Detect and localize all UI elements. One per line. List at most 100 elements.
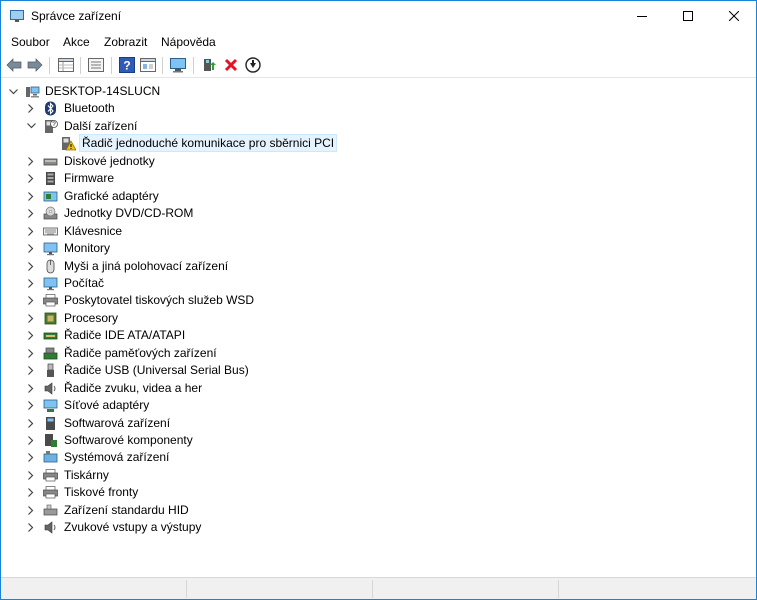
scan-hardware-button[interactable] <box>169 56 187 74</box>
device-manager-app-icon <box>10 10 24 22</box>
chevron-right-icon[interactable] <box>26 432 36 449</box>
tree-category[interactable]: Počítač <box>1 275 701 292</box>
tree-category[interactable]: Poskytovatel tiskových služeb WSD <box>1 292 701 309</box>
printer-icon <box>43 469 58 482</box>
menu-napoveda[interactable]: Nápověda <box>161 35 216 49</box>
tree-category[interactable]: Zařízení standardu HID <box>1 502 701 519</box>
display-adapter-icon <box>43 191 58 202</box>
tree-category[interactable]: Monitory <box>1 240 701 257</box>
hid-icon <box>43 504 58 516</box>
tree-category[interactable]: Řadiče paměťových zařízení <box>1 345 701 362</box>
help-button[interactable]: ? <box>118 56 136 74</box>
tree-category[interactable]: Myši a jiná polohovací zařízení <box>1 258 701 275</box>
tree-category[interactable]: Síťové adaptéry <box>1 397 701 414</box>
title-bar[interactable]: Správce zařízení <box>1 1 756 31</box>
print-queue-icon <box>43 486 58 499</box>
chevron-right-icon[interactable] <box>26 362 36 379</box>
chevron-right-icon[interactable] <box>26 484 36 501</box>
tree-item-label: Softwarové komponenty <box>64 433 193 447</box>
tree-category[interactable]: Diskové jednotky <box>1 153 701 170</box>
tree-category[interactable]: Softwarové komponenty <box>1 432 701 449</box>
show-list-button[interactable] <box>87 56 105 74</box>
tree-item-label: Síťové adaptéry <box>64 398 150 413</box>
chevron-right-icon[interactable] <box>26 449 36 466</box>
tree-category[interactable]: Řadiče USB (Universal Serial Bus) <box>1 362 701 379</box>
tree-item-label: Softwarová zařízení <box>64 415 171 430</box>
disable-button[interactable] <box>244 56 262 74</box>
chevron-right-icon[interactable] <box>26 397 36 414</box>
status-cell <box>373 580 559 598</box>
storage-controller-icon <box>43 347 58 360</box>
tree-category[interactable]: Procesory <box>1 310 701 327</box>
monitor-scan-icon <box>170 58 186 73</box>
device-tree[interactable]: DESKTOP-14SLUCN Bluetooth? Další zařízení… <box>1 81 756 576</box>
menu-zobrazit[interactable]: Zobrazit <box>104 35 147 49</box>
maximize-icon <box>683 11 693 21</box>
chevron-right-icon[interactable] <box>26 188 36 205</box>
tree-category[interactable]: Grafické adaptéry <box>1 188 701 205</box>
tree-category[interactable]: Klávesnice <box>1 223 701 240</box>
help-icon: ? <box>119 57 135 73</box>
tree-item-label: Tiskové fronty <box>64 485 139 500</box>
chevron-right-icon[interactable] <box>26 223 36 240</box>
chevron-right-icon[interactable] <box>26 502 36 519</box>
chevron-down-icon[interactable] <box>8 83 18 100</box>
tree-category[interactable]: Tiskové fronty <box>1 484 701 501</box>
console-button[interactable] <box>139 56 157 74</box>
warning-device-icon <box>62 137 76 151</box>
tree-category[interactable]: Firmware <box>1 170 701 187</box>
tree-item-label: Jednotky DVD/CD-ROM <box>64 206 194 221</box>
forward-button[interactable] <box>26 56 44 74</box>
toolbar-separator <box>193 57 194 74</box>
menu-akce[interactable]: Akce <box>63 35 90 49</box>
chevron-right-icon[interactable] <box>26 310 36 327</box>
chevron-right-icon[interactable] <box>26 380 36 397</box>
chevron-right-icon[interactable] <box>26 519 36 536</box>
tree-child-item[interactable]: Řadič jednoduché komunikace pro sběrnici… <box>1 134 701 153</box>
tree-category[interactable]: Jednotky DVD/CD-ROM <box>1 205 701 222</box>
chevron-right-icon[interactable] <box>26 240 36 257</box>
computer-icon <box>43 277 58 291</box>
minimize-button[interactable] <box>619 1 665 31</box>
chevron-right-icon[interactable] <box>26 205 36 222</box>
tree-item-label: Zvukové vstupy a výstupy <box>64 520 202 535</box>
tree-item-label: Řadiče USB (Universal Serial Bus) <box>64 363 249 378</box>
chevron-right-icon[interactable] <box>26 292 36 309</box>
tree-category[interactable]: Řadiče IDE ATA/ATAPI <box>1 327 701 344</box>
chevron-right-icon[interactable] <box>26 327 36 344</box>
chevron-right-icon[interactable] <box>26 345 36 362</box>
minimize-icon <box>637 16 647 17</box>
firmware-icon <box>46 172 55 186</box>
uninstall-button[interactable] <box>222 56 240 74</box>
tree-category[interactable]: ? Další zařízení <box>1 118 701 135</box>
properties-grid-button[interactable] <box>57 56 75 74</box>
toolbar: ? <box>1 53 756 78</box>
menu-soubor[interactable]: Soubor <box>11 35 50 49</box>
chevron-right-icon[interactable] <box>26 170 36 187</box>
tree-root[interactable]: DESKTOP-14SLUCN <box>1 83 301 100</box>
update-driver-button[interactable] <box>200 56 218 74</box>
close-button[interactable] <box>711 1 757 31</box>
update-driver-icon <box>204 59 216 71</box>
chevron-right-icon[interactable] <box>26 258 36 275</box>
tree-category[interactable]: Řadiče zvuku, videa a her <box>1 380 701 397</box>
chevron-right-icon[interactable] <box>26 100 36 117</box>
tree-category[interactable]: Systémová zařízení <box>1 449 701 466</box>
tree-root-label: DESKTOP-14SLUCN <box>45 84 161 98</box>
tree-category[interactable]: Softwarová zařízení <box>1 415 701 432</box>
maximize-button[interactable] <box>665 1 711 31</box>
chevron-right-icon[interactable] <box>26 415 36 432</box>
tree-item-label: Další zařízení <box>64 118 138 133</box>
menu-bar: Soubor Akce Zobrazit Nápověda <box>1 32 756 52</box>
tree-category[interactable]: Zvukové vstupy a výstupy <box>1 519 701 536</box>
chevron-right-icon[interactable] <box>26 153 36 170</box>
computer-root-icon <box>26 86 40 98</box>
tree-category[interactable]: Bluetooth <box>1 100 701 117</box>
chevron-right-icon[interactable] <box>26 467 36 484</box>
back-button[interactable] <box>5 56 23 74</box>
tree-item-label: Tiskárny <box>64 467 109 482</box>
chevron-right-icon[interactable] <box>26 275 36 292</box>
tree-item-label: Řadič jednoduché komunikace pro sběrnici… <box>79 134 338 153</box>
tree-category[interactable]: Tiskárny <box>1 467 701 484</box>
chevron-down-icon[interactable] <box>26 118 36 135</box>
